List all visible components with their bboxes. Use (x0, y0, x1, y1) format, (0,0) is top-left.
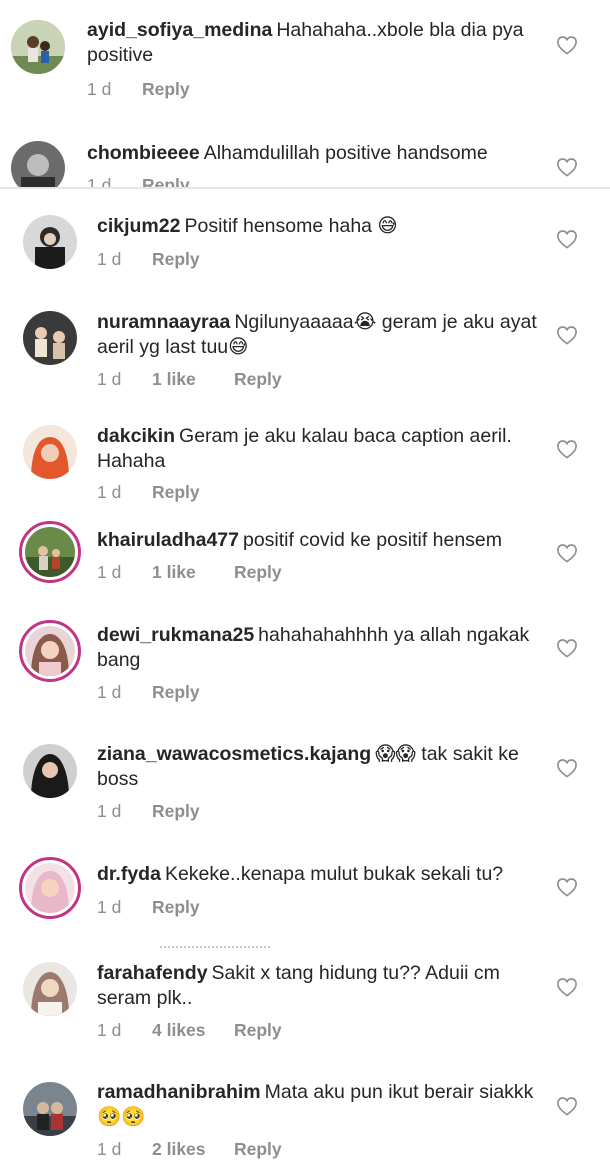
like-count[interactable]: 4 likes (152, 1020, 234, 1041)
comment-time: 1 d (97, 249, 122, 269)
comment-text: dewi_rukmana25 hahahahahhhh ya allah ngak… (97, 623, 547, 673)
reply-button[interactable]: Reply (234, 369, 282, 389)
comment-meta: 1 d Reply (97, 249, 200, 270)
like-count[interactable]: 2 likes (152, 1139, 234, 1160)
heart-outline-icon[interactable] (556, 758, 578, 778)
comment-username[interactable]: khairuladha477 (97, 529, 239, 551)
comment-text: nuramnaayraa Ngilunyaaaaa😭 geram je aku a… (97, 310, 547, 360)
comment-body: Alhamdulillah positive handsome (203, 142, 488, 164)
comment-text: dr.fyda Kekeke..kenapa mulut bukak sekali… (97, 862, 547, 887)
comment-body: positif covid ke positif hensem (242, 529, 503, 551)
comment-username[interactable]: dewi_rukmana25 (97, 624, 254, 646)
reply-button[interactable]: Reply (234, 1139, 282, 1159)
comment-text: farahafendy Sakit x tang hidung tu?? Adui… (97, 961, 547, 1011)
comment-time: 1 d (97, 369, 122, 389)
reply-button[interactable]: Reply (234, 562, 282, 582)
heart-outline-icon[interactable] (556, 877, 578, 897)
like-count[interactable]: 1 like (152, 562, 234, 583)
heart-outline-icon[interactable] (556, 543, 578, 563)
heart-outline-icon[interactable] (556, 439, 578, 459)
comment-meta: 1 d 2 likes Reply (97, 1139, 282, 1160)
comment-time: 1 d (97, 482, 122, 502)
avatar[interactable] (23, 311, 77, 365)
divider (0, 187, 610, 189)
avatar[interactable] (11, 141, 65, 188)
comment-text: cikjum22 Positif hensome haha 😅 (97, 214, 547, 239)
avatar[interactable] (23, 744, 77, 798)
comment-username[interactable]: dr.fyda (97, 863, 161, 885)
reply-button[interactable]: Reply (152, 482, 200, 502)
comment-time: 1 d (97, 562, 122, 582)
comment-text: chombieeee Alhamdulillah positive handsom… (87, 141, 537, 166)
heart-outline-icon[interactable] (556, 977, 578, 997)
comment-meta: 1 d Reply (97, 801, 200, 822)
comment-meta: 1 d Reply (97, 482, 200, 503)
comment-username[interactable]: cikjum22 (97, 215, 180, 237)
comment-username[interactable]: dakcikin (97, 425, 175, 447)
comment-text: ramadhanibrahim Mata aku pun ikut berair … (97, 1080, 547, 1130)
avatar[interactable] (23, 425, 77, 479)
comment-time: 1 d (97, 682, 122, 702)
avatar[interactable] (23, 215, 77, 269)
comment-time: 1 d (97, 897, 122, 917)
reply-button[interactable]: Reply (152, 897, 200, 917)
comment-meta: 1 d 1 like Reply (97, 369, 282, 390)
avatar[interactable] (23, 1082, 77, 1136)
avatar[interactable] (19, 857, 81, 919)
comment-body: Kekeke..kenapa mulut bukak sekali tu? (164, 863, 504, 885)
reply-button[interactable]: Reply (152, 682, 200, 702)
comment-text: khairuladha477 positif covid ke positif h… (97, 528, 547, 553)
comment-time: 1 d (97, 1020, 122, 1040)
comment-time: 1 d (97, 801, 122, 821)
comment-time: 1 d (97, 1139, 122, 1159)
heart-outline-icon[interactable] (556, 157, 578, 177)
avatar[interactable] (19, 620, 81, 682)
comment-username[interactable]: ramadhanibrahim (97, 1081, 261, 1103)
comment-meta: 1 d 1 like Reply (97, 562, 282, 583)
comment-text: dakcikin Geram je aku kalau baca caption … (97, 424, 547, 474)
comment-text: ziana_wawacosmetics.kajang 😱😱 tak sakit k… (97, 742, 547, 792)
comment-username[interactable]: nuramnaayraa (97, 311, 230, 333)
heart-outline-icon[interactable] (556, 325, 578, 345)
comment-username[interactable]: farahafendy (97, 962, 208, 984)
comment-username[interactable]: chombieeee (87, 142, 200, 164)
avatar[interactable] (23, 962, 77, 1016)
collapsed-replies-divider (160, 946, 270, 954)
heart-outline-icon[interactable] (556, 229, 578, 249)
heart-outline-icon[interactable] (556, 638, 578, 658)
like-count[interactable]: 1 like (152, 369, 234, 390)
reply-button[interactable]: Reply (152, 249, 200, 269)
comment-meta: 1 d Reply (97, 897, 200, 918)
comment-body: Positif hensome haha 😅 (184, 215, 398, 237)
reply-button[interactable]: Reply (152, 801, 200, 821)
heart-outline-icon[interactable] (556, 1096, 578, 1116)
comment-item: chombieeee Alhamdulillah positive handsom… (0, 0, 610, 188)
reply-button[interactable]: Reply (234, 1020, 282, 1040)
comment-meta: 1 d Reply (97, 682, 200, 703)
comment-meta: 1 d 4 likes Reply (97, 1020, 282, 1041)
comment-username[interactable]: ziana_wawacosmetics.kajang (97, 743, 371, 765)
avatar[interactable] (19, 521, 81, 583)
